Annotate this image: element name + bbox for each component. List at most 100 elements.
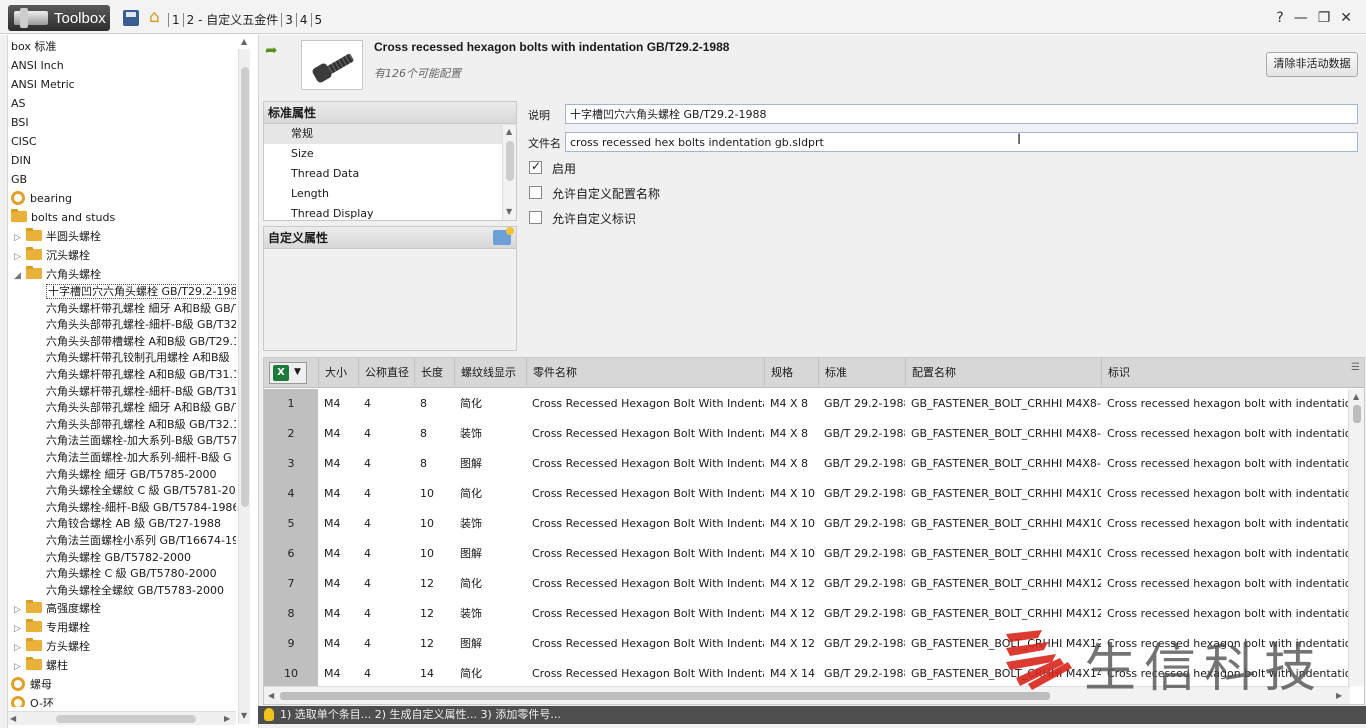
row-number[interactable]: 1: [264, 389, 318, 419]
tree-item[interactable]: 六角头螺栓 細牙 GB/T5785-2000: [8, 467, 236, 484]
properties-scroll-thumb[interactable]: [506, 141, 514, 181]
grid-scroll-thumb[interactable]: [1353, 405, 1361, 423]
cell-config[interactable]: GB_FASTENER_BOLT_CRHHI M4X10-S: [905, 539, 1101, 569]
cell-spec[interactable]: M4 X 12: [764, 569, 818, 599]
cell-spec[interactable]: M4 X 10: [764, 539, 818, 569]
cell-thread[interactable]: 简化: [454, 389, 526, 419]
tree-item[interactable]: box 标准: [8, 37, 236, 56]
page-tab-5[interactable]: 5: [310, 13, 326, 27]
page-tab-3[interactable]: 3: [281, 13, 296, 27]
cell-len[interactable]: 10: [414, 539, 454, 569]
help-button[interactable]: ?: [1276, 10, 1283, 26]
cell-size[interactable]: M4: [318, 479, 358, 509]
tree-item[interactable]: 六角法兰面螺栓-加大系列-B級 GB/T57: [8, 433, 236, 450]
tree-item[interactable]: 六角头螺栓全螺紋 C 級 GB/T5781-200: [8, 483, 236, 500]
cell-name[interactable]: Cross Recessed Hexagon Bolt With Indenta…: [526, 659, 764, 686]
cell-len[interactable]: 8: [414, 419, 454, 449]
cell-config[interactable]: GB_FASTENER_BOLT_CRHHI M4X8-N: [905, 389, 1101, 419]
cell-size[interactable]: M4: [318, 389, 358, 419]
cell-name[interactable]: Cross Recessed Hexagon Bolt With Indenta…: [526, 629, 764, 659]
properties-scrollbar[interactable]: ▲ ▼: [502, 125, 516, 220]
column-header[interactable]: 标准: [818, 358, 905, 388]
cell-len[interactable]: 8: [414, 389, 454, 419]
cell-thread[interactable]: 图解: [454, 449, 526, 479]
cell-len[interactable]: 10: [414, 509, 454, 539]
cell-mark[interactable]: Cross recessed hexagon bolt with indenta…: [1101, 389, 1350, 419]
grid-hscroll-thumb[interactable]: [280, 692, 1050, 700]
allow-custom-config-checkbox[interactable]: [529, 186, 542, 199]
tree-scroll-thumb[interactable]: [241, 67, 249, 507]
toolbox-tab[interactable]: Toolbox: [8, 5, 110, 31]
cell-dia[interactable]: 4: [358, 539, 414, 569]
cell-size[interactable]: M4: [318, 419, 358, 449]
cell-name[interactable]: Cross Recessed Hexagon Bolt With Indenta…: [526, 419, 764, 449]
tree-item[interactable]: 六角头头部带孔螺栓 A和B級 GB/T32.1: [8, 417, 236, 434]
cell-dia[interactable]: 4: [358, 449, 414, 479]
row-number[interactable]: 6: [264, 539, 318, 569]
cell-std[interactable]: GB/T 29.2-1988: [818, 479, 905, 509]
tree-item[interactable]: 六角头螺杆带孔铰制孔用螺栓 A和B級: [8, 350, 236, 367]
tree-item[interactable]: ANSI Metric: [8, 75, 236, 94]
scroll-left-arrow-icon[interactable]: ◀: [268, 691, 274, 700]
cell-name[interactable]: Cross Recessed Hexagon Bolt With Indenta…: [526, 569, 764, 599]
cell-dia[interactable]: 4: [358, 389, 414, 419]
allow-custom-mark-checkbox[interactable]: [529, 211, 542, 224]
cell-std[interactable]: GB/T 29.2-1988: [818, 509, 905, 539]
minimize-button[interactable]: —: [1294, 10, 1308, 26]
tree-item[interactable]: 六角头螺栓 C 級 GB/T5780-2000: [8, 566, 236, 583]
cell-name[interactable]: Cross Recessed Hexagon Bolt With Indenta…: [526, 539, 764, 569]
tree-item[interactable]: 六角铰合螺栓 AB 級 GB/T27-1988: [8, 516, 236, 533]
row-number[interactable]: 10: [264, 659, 318, 686]
cell-std[interactable]: GB/T 29.2-1988: [818, 569, 905, 599]
cell-spec[interactable]: M4 X 14: [764, 659, 818, 686]
cell-thread[interactable]: 装饰: [454, 419, 526, 449]
tree-item[interactable]: ▷ 高强度螺栓: [8, 599, 236, 618]
cell-name[interactable]: Cross Recessed Hexagon Bolt With Indenta…: [526, 389, 764, 419]
cell-dia[interactable]: 4: [358, 569, 414, 599]
cell-mark[interactable]: Cross recessed hexagon bolt with indenta…: [1101, 509, 1350, 539]
cell-spec[interactable]: M4 X 8: [764, 449, 818, 479]
tree-item[interactable]: BSI: [8, 113, 236, 132]
cell-spec[interactable]: M4 X 12: [764, 629, 818, 659]
table-row[interactable]: 3 M4 4 8 图解 Cross Recessed Hexagon Bolt With …: [264, 449, 1350, 479]
cell-size[interactable]: M4: [318, 599, 358, 629]
cell-mark[interactable]: Cross recessed hexagon bolt with indenta…: [1101, 419, 1350, 449]
cell-dia[interactable]: 4: [358, 599, 414, 629]
tree-item[interactable]: 六角头头部带孔螺栓-細杆-B級 GB/T32: [8, 317, 236, 334]
tree-item[interactable]: ◢ 六角头螺栓: [8, 265, 236, 284]
add-property-icon[interactable]: [493, 227, 514, 245]
column-header[interactable]: 螺纹线显示: [454, 358, 526, 388]
scroll-up-arrow-icon[interactable]: ▲: [241, 37, 247, 46]
property-category-item[interactable]: Thread Data: [264, 164, 516, 184]
scroll-left-arrow-icon[interactable]: ◀: [10, 714, 16, 723]
cell-config[interactable]: GB_FASTENER_BOLT_CRHHI M4X10-N: [905, 479, 1101, 509]
column-header[interactable]: 长度: [414, 358, 454, 388]
tree-horizontal-scrollbar[interactable]: ◀ ▶: [8, 711, 236, 725]
cell-size[interactable]: M4: [318, 539, 358, 569]
row-number[interactable]: 7: [264, 569, 318, 599]
cell-size[interactable]: M4: [318, 569, 358, 599]
cell-len[interactable]: 10: [414, 479, 454, 509]
cell-thread[interactable]: 简化: [454, 479, 526, 509]
description-input[interactable]: [565, 104, 1358, 124]
scroll-down-arrow-icon[interactable]: ▼: [241, 711, 247, 720]
cell-std[interactable]: GB/T 29.2-1988: [818, 629, 905, 659]
cell-config[interactable]: GB_FASTENER_BOLT_CRHHI M4X12-N: [905, 569, 1101, 599]
cell-dia[interactable]: 4: [358, 659, 414, 686]
cell-thread[interactable]: 简化: [454, 569, 526, 599]
tree-item[interactable]: 六角头螺栓-細杆-B級 GB/T5784-1986: [8, 500, 236, 517]
cell-spec[interactable]: M4 X 10: [764, 509, 818, 539]
cell-name[interactable]: Cross Recessed Hexagon Bolt With Indenta…: [526, 509, 764, 539]
cell-spec[interactable]: M4 X 12: [764, 599, 818, 629]
cell-spec[interactable]: M4 X 10: [764, 479, 818, 509]
scroll-right-arrow-icon[interactable]: ▶: [224, 714, 230, 723]
clear-inactive-data-button[interactable]: 清除非活动数据: [1266, 52, 1358, 77]
column-header[interactable]: 规格: [764, 358, 818, 388]
cell-size[interactable]: M4: [318, 629, 358, 659]
column-header[interactable]: 标识: [1101, 358, 1350, 388]
cell-config[interactable]: GB_FASTENER_BOLT_CRHHI M4X10-C: [905, 509, 1101, 539]
tree-item[interactable]: 六角头螺杆带孔螺栓 細牙 A和B級 GB/T: [8, 301, 236, 318]
page-tab-4[interactable]: 4: [295, 13, 311, 27]
tree-item[interactable]: 螺母: [8, 675, 236, 694]
scroll-up-arrow-icon[interactable]: ▲: [1353, 392, 1359, 401]
